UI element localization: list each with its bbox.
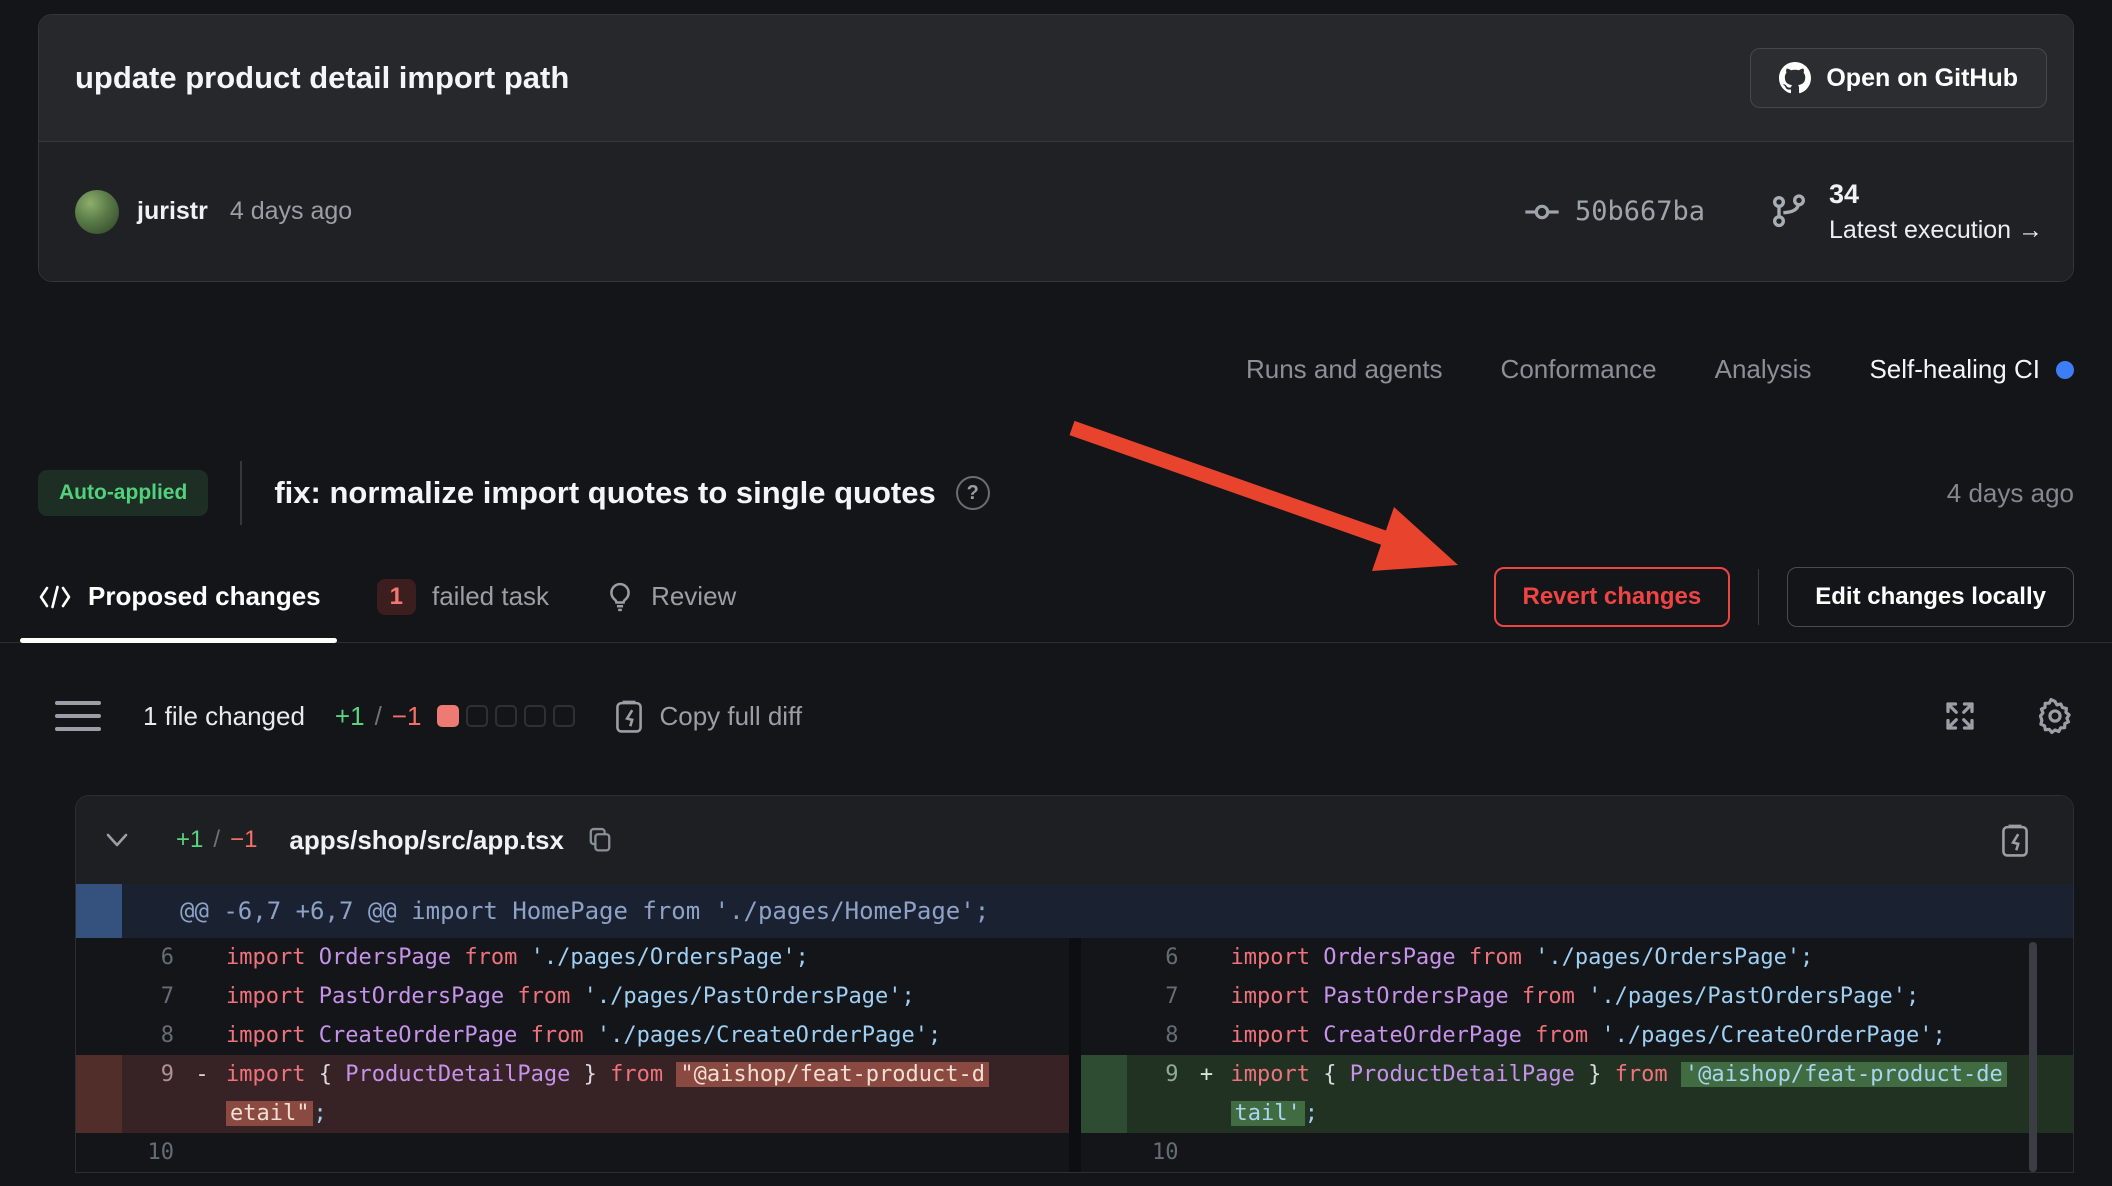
nav-runs-and-agents[interactable]: Runs and agents <box>1246 354 1443 385</box>
file-path: apps/shop/src/app.tsx <box>289 825 564 856</box>
copy-path-icon[interactable] <box>586 825 614 855</box>
nav-self-healing-ci-label: Self-healing CI <box>1869 354 2040 385</box>
commit-card: update product detail import path Open o… <box>38 14 2074 282</box>
nav-conformance[interactable]: Conformance <box>1501 354 1657 385</box>
commit-sha: 50b667ba <box>1575 196 1705 227</box>
tabs-bar: Proposed changes 1 failed task Review Re… <box>0 551 2112 643</box>
diff-line: 8import CreateOrderPage from './pages/Cr… <box>1081 1016 2074 1055</box>
diff-line: 6import OrdersPage from './pages/OrdersP… <box>1081 938 2074 977</box>
code-icon <box>38 584 72 610</box>
diff-line: 10 <box>1081 1133 2074 1172</box>
fix-title: fix: normalize import quotes to single q… <box>274 475 935 511</box>
files-changed-label: 1 file changed <box>143 701 305 732</box>
menu-icon[interactable] <box>55 701 101 731</box>
diff-pane-old: 6import OrdersPage from './pages/OrdersP… <box>76 938 1069 1172</box>
diff-line: 8import CreateOrderPage from './pages/Cr… <box>76 1016 1069 1055</box>
open-on-github-button[interactable]: Open on GitHub <box>1750 48 2047 108</box>
section-nav: Runs and agents Conformance Analysis Sel… <box>38 354 2074 385</box>
scrollbar[interactable] <box>2029 942 2037 1172</box>
file-diff-card: +1 / −1 apps/shop/src/app.tsx @@ -6,7 +6… <box>75 795 2074 1173</box>
failed-count-badge: 1 <box>377 579 416 615</box>
run-count: 34 <box>1829 179 1859 210</box>
toolbar-right <box>1942 697 2074 735</box>
divider <box>1758 569 1759 625</box>
commit-icon <box>1523 193 1561 231</box>
run-info: 34 Latest execution → <box>1769 188 2043 236</box>
gear-icon[interactable] <box>2036 697 2074 735</box>
page-title: update product detail import path <box>75 60 569 96</box>
hunk-accent <box>76 884 122 938</box>
revert-changes-button[interactable]: Revert changes <box>1494 567 1731 627</box>
chevron-down-icon[interactable] <box>102 830 132 850</box>
diff-toolbar: 1 file changed +1 / −1 Copy full diff <box>38 697 2074 735</box>
diff-line: tail'; <box>1081 1094 2074 1133</box>
fix-time: 4 days ago <box>1947 478 2074 509</box>
copy-full-diff-button[interactable]: Copy full diff <box>613 698 802 734</box>
clipboard-icon <box>613 698 645 734</box>
avatar[interactable] <box>75 190 119 234</box>
file-diff-header: +1 / −1 apps/shop/src/app.tsx <box>76 796 2073 884</box>
tab-proposed-changes-label: Proposed changes <box>88 581 321 612</box>
commit-time: 4 days ago <box>230 197 352 226</box>
tab-failed-task-label: failed task <box>432 581 549 612</box>
tab-review-label: Review <box>651 581 736 612</box>
diff-line: 9+import { ProductDetailPage } from '@ai… <box>1081 1055 2074 1094</box>
diff-stats: +1 / −1 <box>335 701 422 732</box>
active-dot-icon <box>2056 361 2074 379</box>
hunk-header: @@ -6,7 +6,7 @@ import HomePage from './… <box>76 884 2073 938</box>
edit-changes-locally-button[interactable]: Edit changes locally <box>1787 567 2074 627</box>
latest-execution-group: 34 Latest execution → <box>1829 179 2043 245</box>
diff-line: 6import OrdersPage from './pages/OrdersP… <box>76 938 1069 977</box>
additions-count: +1 <box>335 701 365 732</box>
diff-line: etail"; <box>76 1094 1069 1133</box>
branch-icon <box>1769 192 1809 232</box>
latest-execution-link[interactable]: Latest execution → <box>1829 216 2043 245</box>
nav-self-healing-ci[interactable]: Self-healing CI <box>1869 354 2074 385</box>
nav-analysis[interactable]: Analysis <box>1715 354 1812 385</box>
tab-failed-task[interactable]: 1 failed task <box>377 551 549 642</box>
divider <box>240 461 242 525</box>
commit-title-row: update product detail import path Open o… <box>39 15 2073 141</box>
file-stats: +1 / −1 <box>176 826 257 854</box>
fix-actions: Revert changes Edit changes locally <box>1494 567 2075 627</box>
commit-meta: 50b667ba 34 Latest execution → <box>1523 188 2043 236</box>
diff-pane-new: 6import OrdersPage from './pages/OrdersP… <box>1081 938 2074 1172</box>
github-icon <box>1779 62 1811 94</box>
diff-line: 10 <box>76 1133 1069 1172</box>
diff-panes: 6import OrdersPage from './pages/OrdersP… <box>76 938 2073 1172</box>
expand-icon[interactable] <box>1942 698 1978 734</box>
tab-proposed-changes[interactable]: Proposed changes <box>38 551 321 642</box>
commit-sha-wrap[interactable]: 50b667ba <box>1523 188 1705 236</box>
fix-header: Auto-applied fix: normalize import quote… <box>38 461 2074 525</box>
commit-meta-row: juristr 4 days ago 50b667ba 34 Latest ex… <box>39 141 2073 281</box>
hunk-text: @@ -6,7 +6,7 @@ import HomePage from './… <box>122 884 989 938</box>
diff-line: 9-import { ProductDetailPage } from "@ai… <box>76 1055 1069 1094</box>
diff-line: 7import PastOrdersPage from './pages/Pas… <box>1081 977 2074 1016</box>
auto-applied-badge: Auto-applied <box>38 470 208 516</box>
commit-author: juristr 4 days ago <box>75 190 352 234</box>
copy-full-diff-label: Copy full diff <box>659 701 802 732</box>
copy-file-diff-icon[interactable] <box>1999 822 2031 858</box>
diff-ratio-squares <box>437 705 575 727</box>
deletions-count: −1 <box>392 701 422 732</box>
tabs: Proposed changes 1 failed task Review <box>38 551 736 642</box>
open-on-github-label: Open on GitHub <box>1826 64 2018 93</box>
tab-review[interactable]: Review <box>605 551 736 642</box>
lightbulb-icon <box>605 581 635 613</box>
author-name: juristr <box>137 197 208 226</box>
help-icon[interactable]: ? <box>956 476 990 510</box>
diff-line: 7import PastOrdersPage from './pages/Pas… <box>76 977 1069 1016</box>
